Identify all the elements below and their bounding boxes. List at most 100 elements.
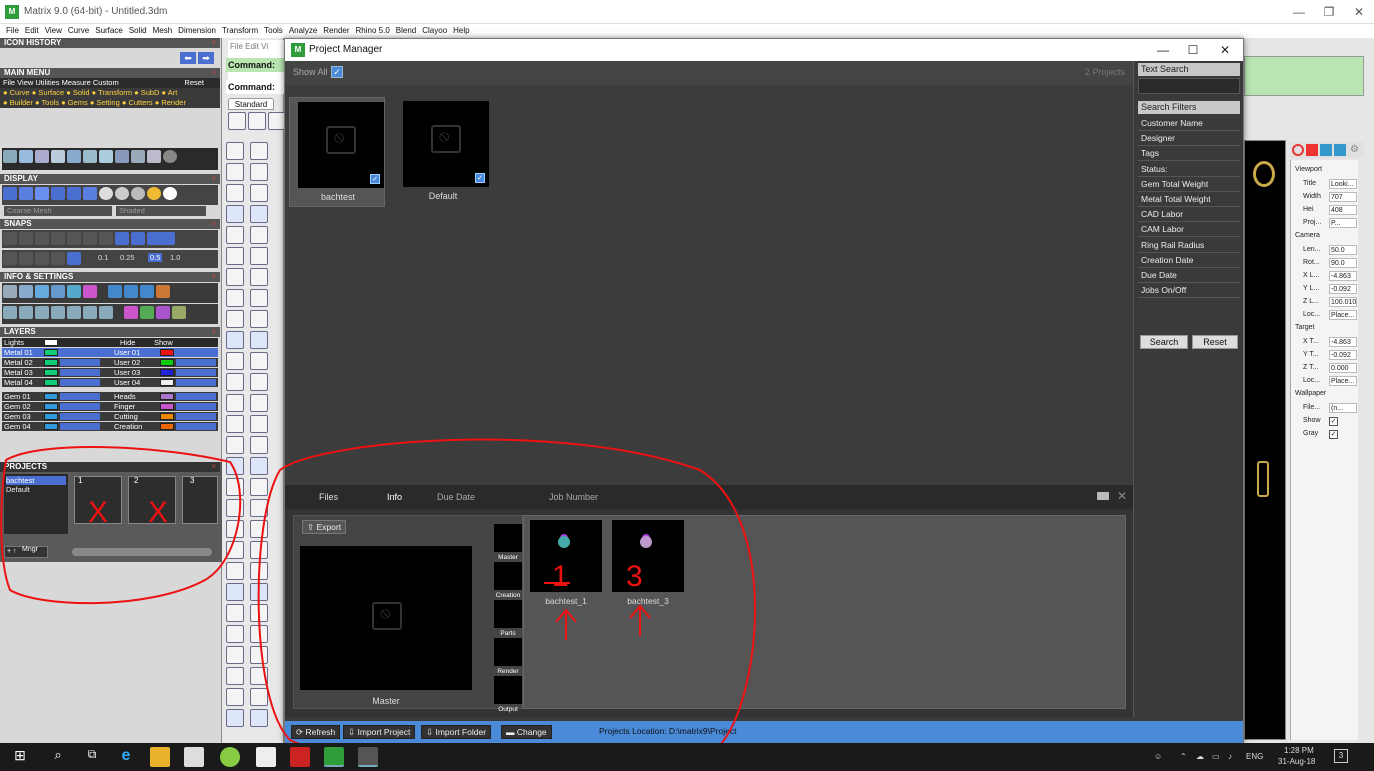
hide-icon[interactable]	[3, 306, 17, 319]
rhino-tool-icon[interactable]	[250, 646, 268, 664]
measure-icon[interactable]	[19, 285, 33, 298]
app-green-icon[interactable]	[220, 747, 240, 767]
export-button[interactable]: ⇪ Export	[302, 520, 347, 534]
ghost-icon[interactable]	[67, 187, 81, 200]
rhino-tool-icon[interactable]	[226, 499, 244, 517]
rhino-tool-icon[interactable]	[226, 163, 244, 181]
menu-analyze[interactable]: Analyze	[289, 24, 317, 38]
master-image[interactable]	[300, 546, 472, 690]
rhino-tool-icon[interactable]	[226, 436, 244, 454]
rhino-tool-icon[interactable]	[250, 310, 268, 328]
project-thumbnail[interactable]: ✓	[298, 102, 384, 188]
show-button[interactable]: Show	[154, 338, 173, 347]
project-checkbox[interactable]: ✓	[475, 173, 485, 183]
property-value[interactable]: 707	[1329, 192, 1357, 202]
rhino-tool-icon[interactable]	[226, 373, 244, 391]
battery-icon[interactable]: ▭	[1212, 752, 1220, 761]
search-filter-item[interactable]: Status:	[1138, 162, 1240, 177]
search-button[interactable]: Search	[1140, 335, 1188, 349]
new-file-icon[interactable]	[228, 112, 246, 130]
rhino-tool-icon[interactable]	[226, 646, 244, 664]
rhino-tool-icon[interactable]	[226, 520, 244, 538]
snap-grid-icon[interactable]	[147, 232, 175, 245]
projects-list-item[interactable]: Default	[6, 485, 66, 494]
layer-color-swatch[interactable]	[160, 423, 174, 430]
grid-icon[interactable]	[3, 252, 17, 265]
projects-list-item[interactable]: bachtest	[6, 476, 66, 485]
rhino-tool-icon[interactable]	[226, 457, 244, 475]
settings-d-icon[interactable]	[156, 285, 170, 298]
object-props-icon[interactable]	[1292, 144, 1304, 156]
tab-info[interactable]: Info	[387, 492, 402, 502]
project-card[interactable]: ✓ Default	[395, 97, 491, 207]
shaded-icon[interactable]	[19, 187, 33, 200]
property-value[interactable]: 50.0	[1329, 245, 1357, 255]
rhino-tool-icon[interactable]	[226, 184, 244, 202]
layer-color-swatch[interactable]	[160, 359, 174, 366]
folder-icon[interactable]	[1097, 492, 1109, 500]
main-menu-reset[interactable]: Reset	[184, 78, 204, 88]
stage-thumbnail[interactable]	[494, 638, 522, 666]
viewport[interactable]	[1244, 140, 1286, 740]
language-indicator[interactable]: ENG	[1246, 752, 1263, 761]
ortho-icon[interactable]	[19, 252, 33, 265]
rhino-tool-icon[interactable]	[226, 394, 244, 412]
weight-icon[interactable]	[35, 285, 49, 298]
rhino-tool-icon[interactable]	[226, 688, 244, 706]
rhino-tool-icon[interactable]	[250, 268, 268, 286]
stage-thumbnail[interactable]	[494, 600, 522, 628]
points-icon[interactable]	[3, 150, 17, 163]
rhino-tool-icon[interactable]	[226, 541, 244, 559]
hide-button[interactable]: Hide	[120, 338, 135, 347]
layer-controls[interactable]	[60, 413, 100, 420]
gem-sphere-icon[interactable]	[115, 187, 129, 200]
main-menu-row2[interactable]: ● Curve ● Surface ● Solid ● Transform ● …	[0, 88, 220, 98]
layer-controls[interactable]	[60, 403, 100, 410]
display-mesh-select[interactable]: Coarse Mesh	[4, 206, 112, 216]
stage-thumbnail[interactable]	[494, 524, 522, 552]
layer-color-swatch[interactable]	[160, 393, 174, 400]
curve-icon[interactable]	[19, 150, 33, 163]
layer-controls[interactable]	[176, 359, 216, 366]
app-red-icon[interactable]	[290, 747, 310, 767]
layer-color-swatch[interactable]	[44, 349, 58, 356]
property-value[interactable]: -4.863	[1329, 337, 1357, 347]
pm-maximize-button[interactable]: ☐	[1177, 41, 1209, 59]
menu-mesh[interactable]: Mesh	[153, 24, 173, 38]
property-value[interactable]: -4.863	[1329, 271, 1357, 281]
block-icon[interactable]	[83, 306, 97, 319]
property-value[interactable]: P...	[1329, 218, 1357, 228]
solid-icon[interactable]	[51, 150, 65, 163]
menu-file[interactable]: File	[6, 24, 19, 38]
layer-color-swatch[interactable]	[44, 359, 58, 366]
notes-icon[interactable]	[67, 285, 81, 298]
rhino-tool-icon[interactable]	[250, 562, 268, 580]
snap-quad-icon[interactable]	[131, 232, 145, 245]
app-mail-icon[interactable]	[256, 747, 276, 767]
project-thumbnail[interactable]: ✓	[403, 101, 489, 187]
rhino-tool-icon[interactable]	[226, 268, 244, 286]
texture-icon[interactable]	[140, 306, 154, 319]
property-value[interactable]: 90.0	[1329, 258, 1357, 268]
rhino-tool-icon[interactable]	[226, 583, 244, 601]
file-explorer-icon[interactable]	[150, 747, 170, 767]
layer-row[interactable]: Gem 02 Finger	[2, 402, 218, 411]
settings-c-icon[interactable]	[140, 285, 154, 298]
network-icon[interactable]: ☁	[1196, 752, 1204, 761]
layer-controls[interactable]	[176, 369, 216, 376]
file-thumbnail[interactable]	[530, 520, 602, 592]
open-file-icon[interactable]	[248, 112, 266, 130]
rhino-tool-icon[interactable]	[250, 247, 268, 265]
projects-list[interactable]: bachtest Default	[4, 474, 68, 534]
rhino-tool-icon[interactable]	[226, 667, 244, 685]
gear-icon[interactable]: ⚙	[1350, 144, 1359, 155]
layer-controls[interactable]	[60, 423, 100, 430]
builder-icon[interactable]	[115, 150, 129, 163]
search-filter-item[interactable]: Designer	[1138, 131, 1240, 147]
search-filter-item[interactable]: Jobs On/Off	[1138, 283, 1240, 299]
layer-color-swatch[interactable]	[44, 369, 58, 376]
search-filter-item[interactable]: Metal Total Weight	[1138, 192, 1240, 207]
snap-tan-icon[interactable]	[115, 232, 129, 245]
project-checkbox[interactable]: ✓	[370, 174, 380, 184]
property-value[interactable]: -0.092	[1329, 284, 1357, 294]
